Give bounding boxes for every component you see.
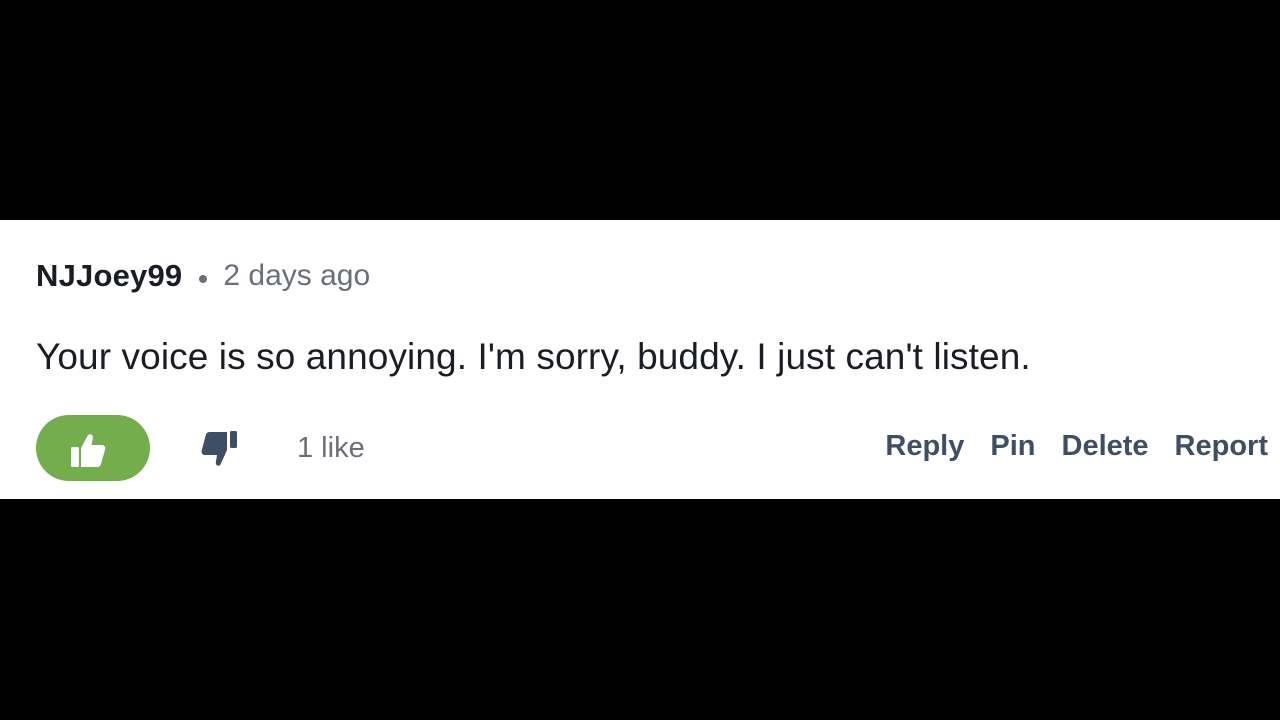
separator-dot [199,275,208,283]
thumbs-down-icon [201,431,237,466]
comment-text: Your voice is so annoying. I'm sorry, bu… [36,336,1031,377]
action-links: Reply Pin Delete Report [885,430,1268,463]
comment-header: NJJoey99 2 days ago [36,256,370,296]
report-button[interactable]: Report [1175,430,1268,463]
video-frame: NJJoey99 2 days ago Your voice is so ann… [0,0,1280,720]
dislike-button[interactable] [196,426,242,472]
comment-actions: 1 like Reply Pin Delete Report [0,414,1280,484]
thumbs-up-icon [71,434,106,467]
pin-button[interactable]: Pin [990,430,1035,463]
like-button[interactable] [36,415,150,481]
like-count: 1 like [297,432,365,464]
comment-timestamp: 2 days ago [223,259,371,292]
reply-button[interactable]: Reply [885,430,964,463]
delete-button[interactable]: Delete [1062,430,1149,463]
comment-card: NJJoey99 2 days ago Your voice is so ann… [0,220,1280,499]
comment-username[interactable]: NJJoey99 [36,258,182,294]
